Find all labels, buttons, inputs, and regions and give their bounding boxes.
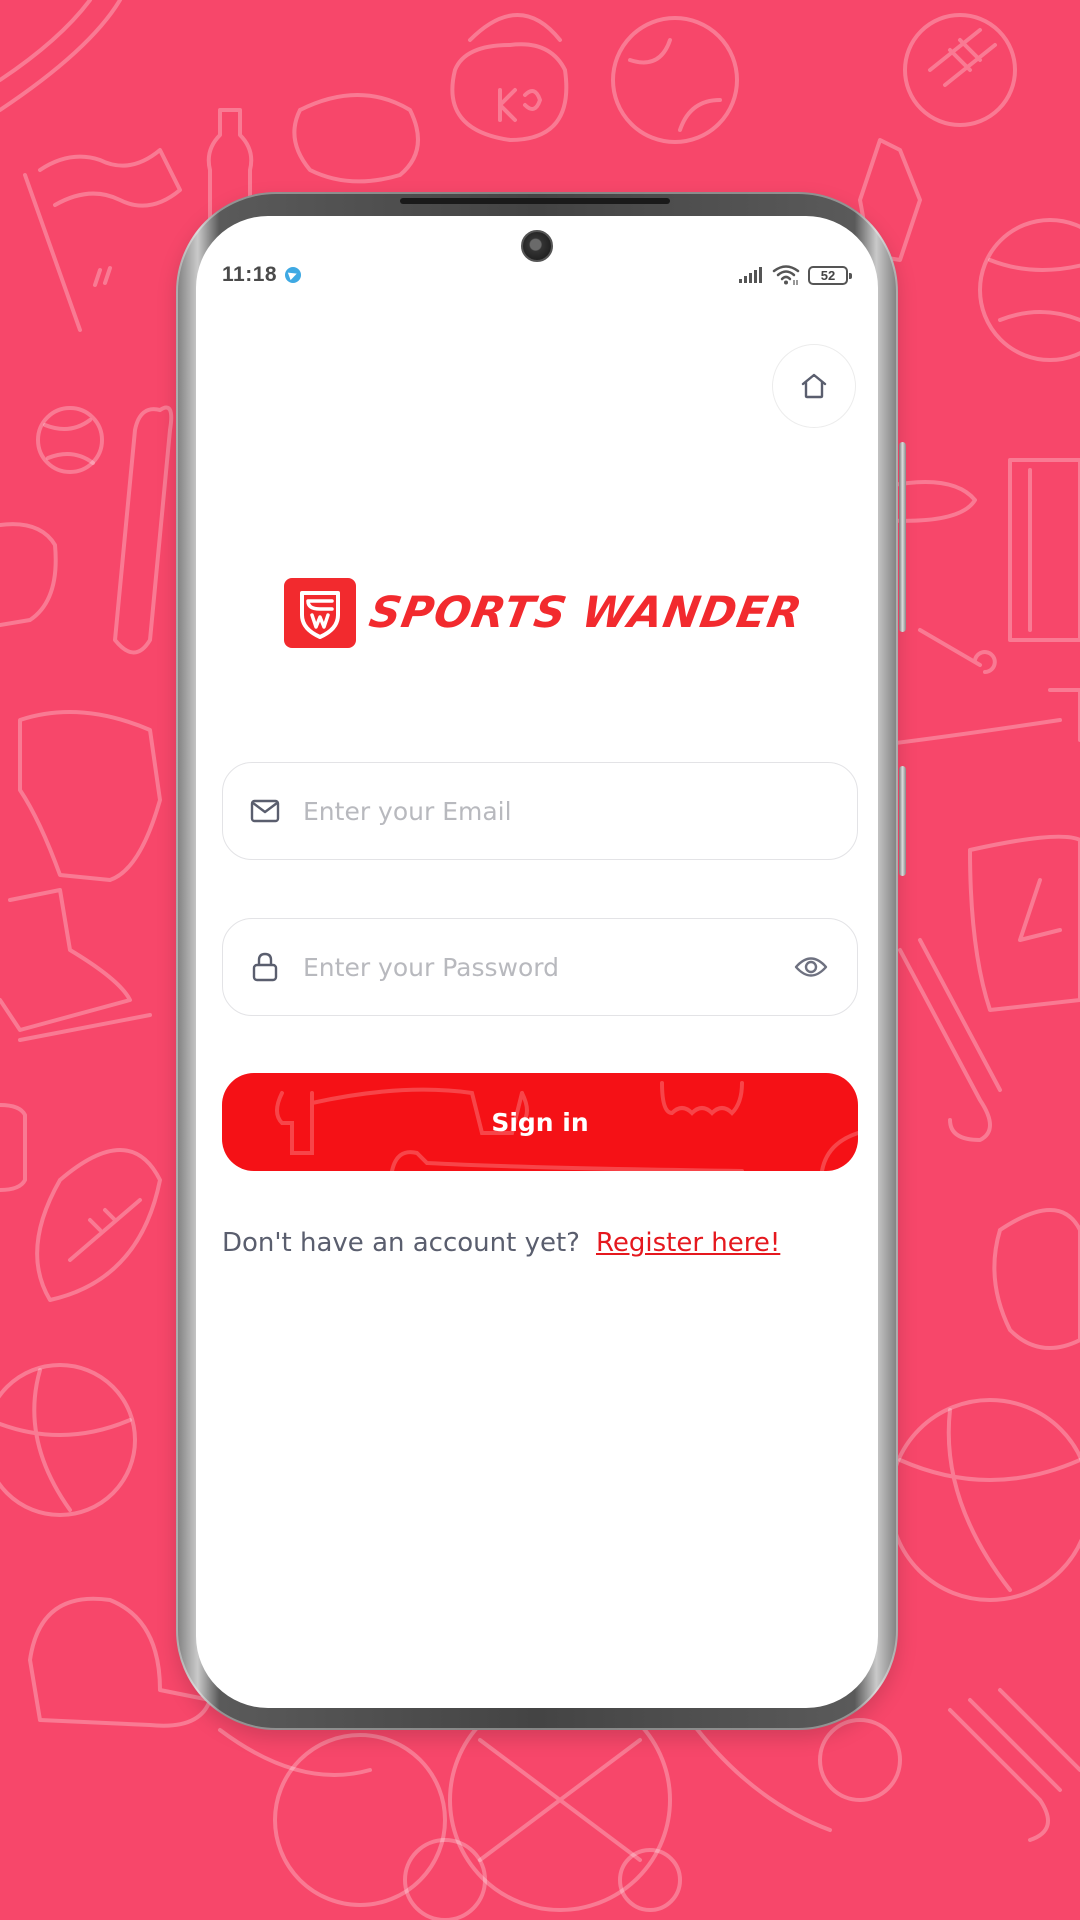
volume-button — [899, 442, 906, 632]
status-bar: 11:18 52 — [222, 260, 852, 290]
login-screen: 11:18 52 SPORTS WANDER Enter your Email … — [196, 216, 878, 1708]
status-time: 11:18 — [222, 263, 278, 286]
email-field[interactable] — [222, 762, 858, 860]
home-icon — [801, 373, 827, 399]
front-camera — [521, 230, 553, 262]
sign-in-button[interactable]: Sign in — [222, 1073, 858, 1171]
password-field[interactable] — [222, 918, 858, 1016]
toggle-password-visibility[interactable] — [791, 947, 831, 987]
home-button[interactable] — [772, 344, 856, 428]
wifi-icon — [772, 265, 800, 285]
password-input[interactable] — [303, 952, 791, 982]
brand-name: SPORTS WANDER — [365, 588, 807, 638]
shield-sw-icon — [284, 578, 356, 648]
email-input[interactable] — [303, 796, 831, 826]
register-prompt: Don't have an account yet? — [222, 1228, 580, 1258]
brand-logo: SPORTS WANDER — [284, 578, 806, 648]
earpiece-speaker — [400, 198, 670, 204]
sign-in-label: Sign in — [491, 1107, 589, 1137]
cellular-signal-icon — [739, 267, 762, 283]
lock-icon — [249, 951, 281, 983]
eye-icon — [794, 957, 828, 977]
battery-indicator: 52 — [808, 265, 852, 285]
register-row: Don't have an account yet? Register here… — [222, 1228, 780, 1258]
telegram-icon — [285, 267, 302, 283]
mail-icon — [249, 795, 281, 827]
register-link[interactable]: Register here! — [596, 1228, 780, 1258]
power-button — [899, 766, 906, 876]
